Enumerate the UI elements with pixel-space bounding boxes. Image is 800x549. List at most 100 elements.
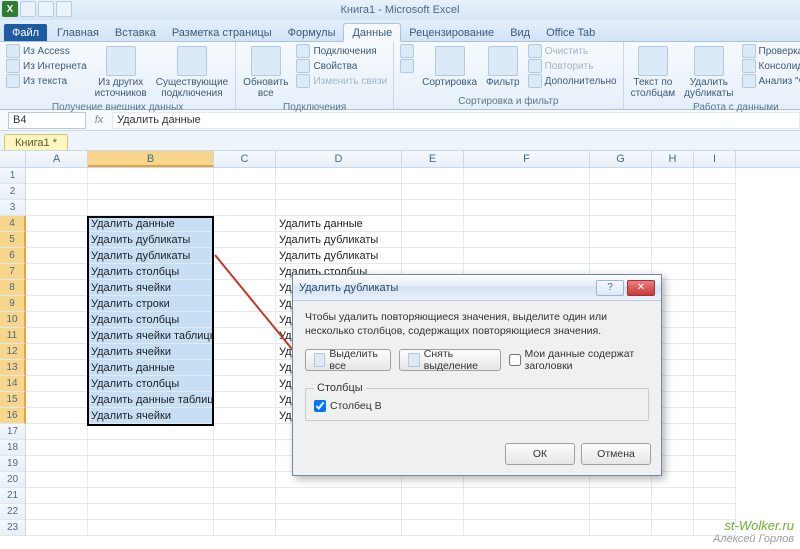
cell[interactable] (26, 248, 88, 264)
cell[interactable] (26, 216, 88, 232)
sort-button[interactable]: Сортировка (419, 44, 480, 90)
cell[interactable] (214, 456, 276, 472)
cell[interactable] (26, 184, 88, 200)
cell[interactable] (402, 216, 464, 232)
cell[interactable] (214, 168, 276, 184)
cell[interactable] (88, 168, 214, 184)
cell[interactable] (694, 280, 736, 296)
cell[interactable]: Удалить столбцы (88, 376, 214, 392)
row-header[interactable]: 17 (0, 424, 26, 440)
reapply-button[interactable]: Повторить (526, 59, 619, 73)
existing-connections-button[interactable]: Существующие подключения (153, 44, 231, 101)
cell[interactable] (88, 200, 214, 216)
cell[interactable] (214, 472, 276, 488)
sort-desc-button[interactable] (398, 59, 416, 73)
cell[interactable] (694, 168, 736, 184)
cell[interactable] (694, 376, 736, 392)
cell[interactable] (652, 504, 694, 520)
row-header[interactable]: 14 (0, 376, 26, 392)
from-web-button[interactable]: Из Интернета (4, 59, 89, 73)
cell[interactable] (464, 248, 590, 264)
col-header-I[interactable]: I (694, 151, 736, 167)
cell[interactable] (214, 504, 276, 520)
cell[interactable] (26, 232, 88, 248)
cell[interactable] (276, 168, 402, 184)
cell[interactable] (26, 408, 88, 424)
cell[interactable] (214, 344, 276, 360)
cell[interactable]: Удалить данные (276, 216, 402, 232)
cell[interactable]: Удалить столбцы (88, 312, 214, 328)
cell[interactable] (694, 328, 736, 344)
col-header-G[interactable]: G (590, 151, 652, 167)
column-b-checkbox[interactable]: Столбец B (314, 400, 640, 412)
name-box[interactable]: B4 (8, 112, 86, 129)
properties-button[interactable]: Свойства (294, 59, 389, 73)
cell[interactable] (214, 376, 276, 392)
cell[interactable] (694, 440, 736, 456)
cell[interactable] (402, 200, 464, 216)
col-header-B[interactable]: B (88, 151, 214, 167)
cell[interactable] (88, 504, 214, 520)
data-validation-button[interactable]: Проверка данных (740, 44, 800, 58)
cell[interactable] (26, 312, 88, 328)
row-header[interactable]: 13 (0, 360, 26, 376)
row-header[interactable]: 21 (0, 488, 26, 504)
cell[interactable] (214, 280, 276, 296)
cell[interactable] (26, 280, 88, 296)
cell[interactable] (26, 200, 88, 216)
cell[interactable] (652, 216, 694, 232)
cell[interactable] (26, 328, 88, 344)
workbook-tab[interactable]: Книга1 * (4, 134, 68, 150)
row-header[interactable]: 4 (0, 216, 26, 232)
cell[interactable] (214, 296, 276, 312)
cell[interactable] (464, 168, 590, 184)
dialog-titlebar[interactable]: Удалить дубликаты ? ✕ (293, 275, 661, 301)
cell[interactable] (402, 232, 464, 248)
col-header-D[interactable]: D (276, 151, 402, 167)
cell[interactable] (694, 456, 736, 472)
cell[interactable] (402, 168, 464, 184)
cell[interactable] (694, 360, 736, 376)
cell[interactable] (214, 312, 276, 328)
cell[interactable] (214, 328, 276, 344)
connections-button[interactable]: Подключения (294, 44, 389, 58)
unselect-all-button[interactable]: Снять выделение (399, 349, 500, 371)
cell[interactable] (590, 200, 652, 216)
cell[interactable] (694, 408, 736, 424)
cell[interactable] (652, 248, 694, 264)
cell[interactable] (276, 504, 402, 520)
col-header-A[interactable]: A (26, 151, 88, 167)
cell[interactable] (464, 216, 590, 232)
cell[interactable] (26, 360, 88, 376)
cell[interactable] (26, 456, 88, 472)
refresh-all-button[interactable]: Обновить все (240, 44, 291, 101)
cell[interactable] (214, 264, 276, 280)
cell[interactable] (88, 488, 214, 504)
remove-duplicates-button[interactable]: Удалить дубликаты (681, 44, 736, 101)
cell[interactable] (26, 344, 88, 360)
cell[interactable]: Удалить столбцы (88, 264, 214, 280)
cell[interactable] (464, 200, 590, 216)
cell[interactable] (694, 264, 736, 280)
cell[interactable] (276, 200, 402, 216)
cell[interactable] (694, 472, 736, 488)
row-header[interactable]: 3 (0, 200, 26, 216)
advanced-filter-button[interactable]: Дополнительно (526, 74, 619, 88)
cell[interactable] (214, 440, 276, 456)
from-access-button[interactable]: Из Access (4, 44, 89, 58)
cell[interactable] (694, 312, 736, 328)
cell[interactable] (88, 184, 214, 200)
cell[interactable] (590, 232, 652, 248)
cell[interactable] (276, 488, 402, 504)
col-header-E[interactable]: E (402, 151, 464, 167)
cell[interactable]: Удалить ячейки (88, 408, 214, 424)
tab-file[interactable]: Файл (4, 24, 47, 41)
cell[interactable] (652, 520, 694, 536)
cell[interactable] (652, 488, 694, 504)
cell[interactable] (214, 488, 276, 504)
cell[interactable] (464, 184, 590, 200)
cell[interactable] (590, 504, 652, 520)
other-sources-button[interactable]: Из других источников (92, 44, 150, 101)
cell[interactable] (214, 360, 276, 376)
tab-home[interactable]: Главная (49, 24, 107, 41)
